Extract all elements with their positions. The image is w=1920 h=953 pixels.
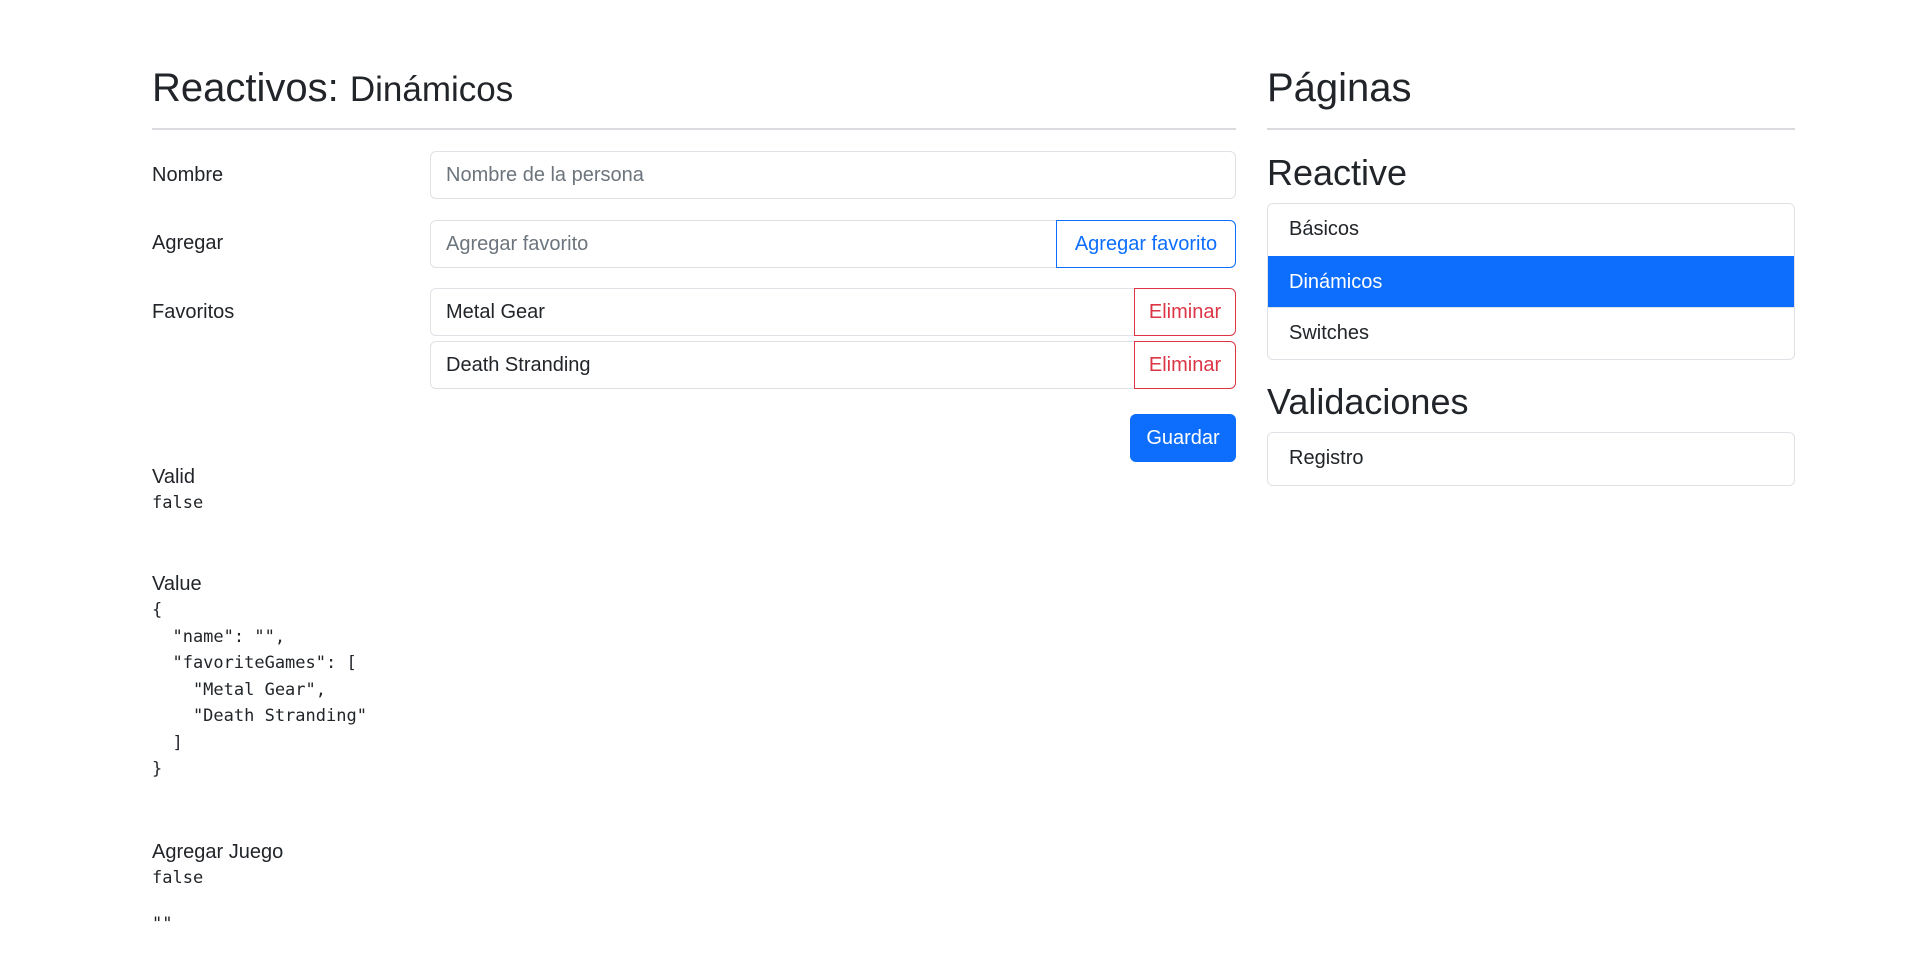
validaciones-menu: Registro: [1267, 432, 1795, 486]
favorite-input-1[interactable]: [430, 288, 1135, 336]
title-divider: [152, 128, 1236, 130]
add-game-value: "": [152, 914, 173, 934]
value-json: { "name": "", "favoriteGames": [ "Metal …: [152, 600, 367, 779]
save-button[interactable]: Guardar: [1130, 414, 1236, 462]
section-title-reactive: Reactive: [1267, 152, 1408, 193]
add-game-label: Agregar Juego: [152, 841, 284, 863]
favorite-input-2[interactable]: [430, 341, 1135, 389]
valid-value: false: [152, 493, 204, 513]
sidebar-divider: [1267, 128, 1795, 130]
remove-favorite-button-2[interactable]: Eliminar: [1134, 341, 1236, 389]
favorites-label: Favoritos: [152, 301, 235, 323]
reactive-menu: Básicos Dinámicos Switches: [1267, 203, 1795, 360]
menu-item-basicos[interactable]: Básicos: [1268, 204, 1794, 256]
add-favorite-label: Agregar: [152, 232, 224, 254]
add-favorite-button[interactable]: Agregar favorito: [1056, 220, 1236, 268]
value-label: Value: [152, 573, 202, 595]
add-favorite-input[interactable]: [430, 220, 1057, 268]
name-input[interactable]: [430, 151, 1236, 199]
section-title-validaciones: Validaciones: [1267, 381, 1469, 422]
menu-item-registro[interactable]: Registro: [1268, 433, 1794, 485]
sidebar-title: Páginas: [1267, 66, 1412, 110]
page-title-subtitle: Dinámicos: [349, 70, 514, 109]
menu-item-dinamicos[interactable]: Dinámicos: [1268, 255, 1794, 307]
page-title: Reactivos: Dinámicos: [152, 64, 513, 114]
page-title-main: Reactivos:: [152, 66, 339, 110]
add-game-valid: false: [152, 868, 204, 888]
menu-item-switches[interactable]: Switches: [1268, 307, 1794, 359]
valid-label: Valid: [152, 466, 195, 488]
remove-favorite-button-1[interactable]: Eliminar: [1134, 288, 1236, 336]
name-label: Nombre: [152, 164, 224, 186]
